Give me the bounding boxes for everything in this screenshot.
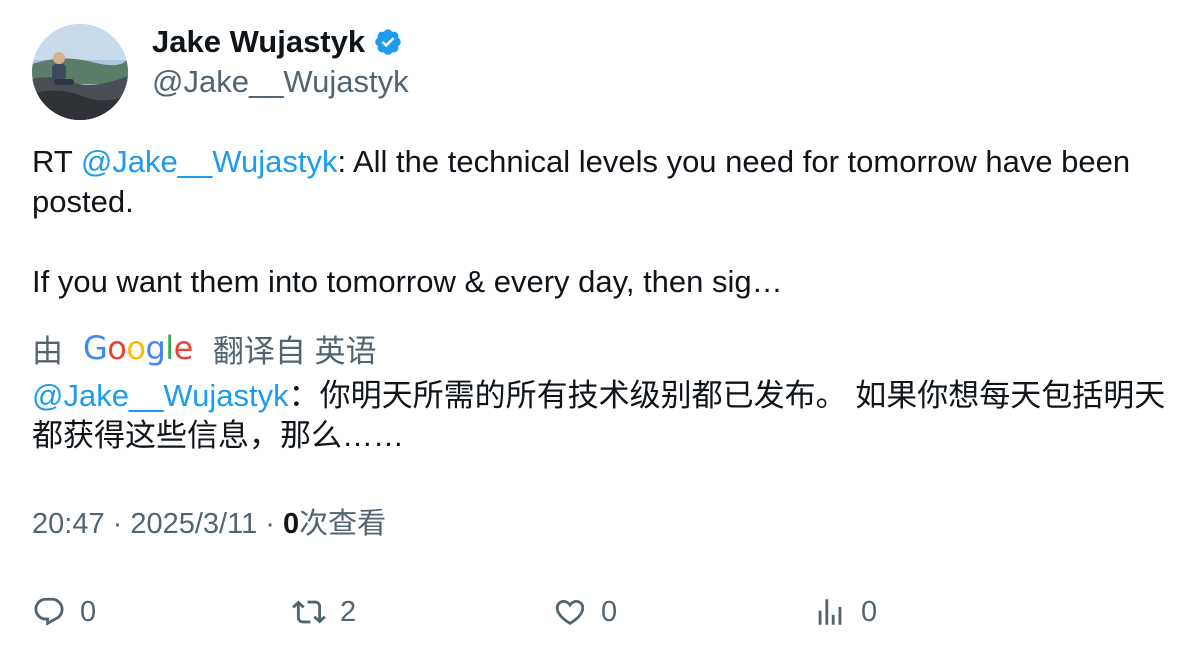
tweet-text: RT @Jake__Wujastyk: All the technical le…	[32, 142, 1162, 302]
translated-by-label: 由	[32, 333, 63, 369]
author-name[interactable]: Jake Wujastyk	[152, 22, 403, 62]
views-action-count: 0	[861, 595, 878, 628]
meta-separator-1: ·	[104, 508, 131, 540]
translated-from-label: 翻译自 英语	[212, 333, 377, 369]
translation-attribution: 由 Google 翻译自 英语	[32, 328, 377, 369]
analytics-icon	[818, 599, 842, 625]
tweet-date[interactable]: 2025/3/11	[130, 508, 257, 540]
like-count: 0	[601, 595, 618, 628]
translated-text: @Jake__Wujastyk：你明天所需的所有技术级别都已发布。 如果你想每天…	[32, 376, 1172, 456]
heart-icon	[555, 599, 585, 625]
retweet-button[interactable]: 2	[292, 592, 356, 632]
tweet-prefix: RT	[32, 144, 81, 179]
avatar-photo	[32, 24, 128, 120]
action-bar: 0 2 0 0	[0, 592, 1196, 632]
author-name-text: Jake Wujastyk	[152, 24, 366, 59]
author-handle[interactable]: @Jake__Wujastyk	[152, 62, 409, 102]
retweet-count: 2	[340, 595, 357, 628]
verified-badge-icon	[375, 29, 401, 55]
meta-separator-2: ·	[257, 508, 284, 540]
google-logo: Google	[83, 329, 193, 367]
tweet-mention-link[interactable]: @Jake__Wujastyk	[81, 144, 338, 179]
views-count: 0	[283, 508, 300, 540]
tweet-time[interactable]: 20:47	[32, 508, 105, 540]
reply-button[interactable]: 0	[32, 592, 96, 632]
tweet-meta: 20:47 · 2025/3/11 · 0次查看	[32, 504, 386, 544]
avatar[interactable]	[32, 24, 128, 120]
views-label: 次查看	[299, 508, 387, 540]
views-button[interactable]: 0	[813, 592, 877, 632]
like-button[interactable]: 0	[553, 592, 617, 632]
translated-mention-link[interactable]: @Jake__Wujastyk	[32, 378, 289, 413]
reply-icon	[34, 597, 64, 626]
reply-count: 0	[80, 595, 97, 628]
retweet-icon	[292, 600, 326, 624]
